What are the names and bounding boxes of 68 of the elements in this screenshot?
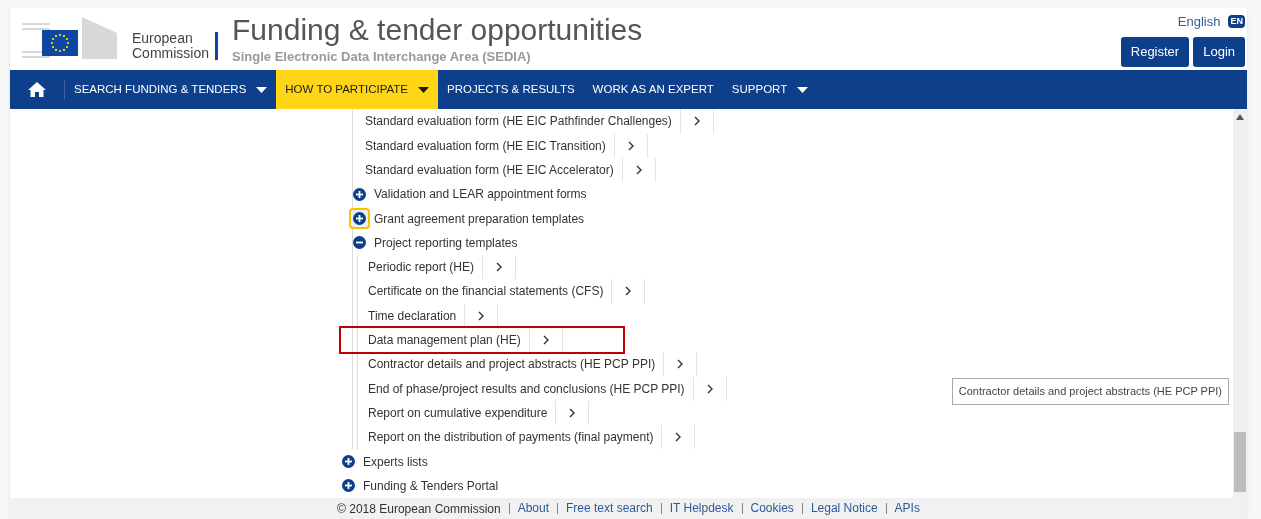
footer-link[interactable]: About xyxy=(517,503,549,514)
language-badge[interactable]: EN xyxy=(1228,14,1245,28)
document-link[interactable]: Standard evaluation form (HE EIC Pathfinder Challenges) xyxy=(365,109,680,134)
scrollbar[interactable] xyxy=(1233,109,1247,498)
document-link[interactable]: End of phase/project results and conclusions (HE PCP PPI) xyxy=(368,376,693,401)
language-link[interactable]: English xyxy=(1177,11,1221,31)
document-link[interactable]: Report on cumulative expenditure xyxy=(368,400,556,426)
open-button[interactable] xyxy=(555,400,590,426)
group-label[interactable]: Funding & Tenders Portal xyxy=(363,476,499,495)
copyright-text: © 2018 European Commission xyxy=(337,500,501,518)
home-icon[interactable] xyxy=(28,82,46,98)
chevron-right-icon xyxy=(495,262,504,273)
collapse-icon[interactable] xyxy=(351,234,368,252)
open-button[interactable] xyxy=(692,376,727,401)
footer-link[interactable]: Legal Notice xyxy=(810,503,878,514)
chevron-right-icon xyxy=(692,116,701,127)
open-button[interactable] xyxy=(621,157,656,183)
document-link[interactable]: Report on the distribution of payments (final payment) xyxy=(368,425,662,450)
expand-icon[interactable] xyxy=(351,185,368,203)
expand-icon[interactable] xyxy=(340,477,357,495)
group-label[interactable]: Project reporting templates xyxy=(374,233,518,252)
document-link[interactable]: Certificate on the financial statements (CFS) xyxy=(368,279,612,304)
site-title: Funding & tender opportunities xyxy=(232,12,643,47)
chevron-right-icon xyxy=(626,140,635,151)
header-button[interactable]: Login xyxy=(1193,37,1245,67)
footer-link[interactable]: IT Helpdesk xyxy=(669,503,734,514)
chevron-right-icon xyxy=(674,432,683,443)
chevron-right-icon xyxy=(477,310,486,321)
chevron-right-icon xyxy=(634,165,643,175)
header-button[interactable]: Register xyxy=(1120,37,1190,67)
org-name: European xyxy=(132,31,193,47)
site-subtitle: Single Electronic Data Interchange Area (SEDIA) xyxy=(232,47,532,66)
open-button[interactable] xyxy=(661,425,696,450)
nav-tab[interactable]: WORK AS AN EXPERT xyxy=(583,70,723,110)
open-button[interactable] xyxy=(611,279,646,304)
nav-tab[interactable]: HOW TO PARTICIPATE xyxy=(276,70,438,110)
group-label[interactable]: Experts lists xyxy=(363,452,428,471)
group-label[interactable]: Validation and LEAR appointment forms xyxy=(374,185,587,204)
footer-link[interactable]: APIs xyxy=(894,503,920,514)
document-link[interactable]: Standard evaluation form (HE EIC Transition) xyxy=(365,133,614,158)
chevron-right-icon xyxy=(568,407,577,418)
open-button[interactable] xyxy=(482,255,517,280)
chevron-right-icon xyxy=(705,383,714,394)
open-button[interactable] xyxy=(663,352,698,377)
document-link[interactable]: Periodic report (HE) xyxy=(368,255,483,280)
expand-icon[interactable] xyxy=(340,453,357,471)
open-button[interactable] xyxy=(528,327,563,353)
document-link[interactable]: Standard evaluation form (HE EIC Accelerator) xyxy=(365,157,622,183)
open-button[interactable] xyxy=(613,133,648,158)
open-button[interactable] xyxy=(464,303,499,328)
nav-tab[interactable]: PROJECTS & RESULTS xyxy=(438,70,584,110)
nav-tab[interactable]: SEARCH FUNDING & TENDERS xyxy=(65,70,277,110)
chevron-right-icon xyxy=(624,286,633,297)
org-name: Commission xyxy=(132,46,209,62)
footer-link[interactable]: Free text search xyxy=(566,503,653,514)
nav-tab[interactable]: SUPPORT xyxy=(722,70,818,110)
expand-icon[interactable] xyxy=(351,210,368,228)
group-label[interactable]: Grant agreement preparation templates xyxy=(374,209,585,228)
document-link[interactable]: Data management plan (HE) xyxy=(368,327,529,353)
chevron-right-icon xyxy=(541,335,550,346)
open-button[interactable] xyxy=(679,109,714,134)
document-link[interactable]: Time declaration xyxy=(368,303,465,328)
scrollbar-thumb[interactable] xyxy=(1234,432,1246,492)
scroll-up-icon[interactable] xyxy=(1236,114,1244,121)
footer-link[interactable]: Cookies xyxy=(750,503,794,514)
tooltip: Contractor details and project abstracts (HE PCP PPI) xyxy=(951,378,1229,405)
chevron-right-icon xyxy=(676,359,685,370)
document-link[interactable]: Contractor details and project abstracts (HE PCP PPI) xyxy=(368,352,664,377)
